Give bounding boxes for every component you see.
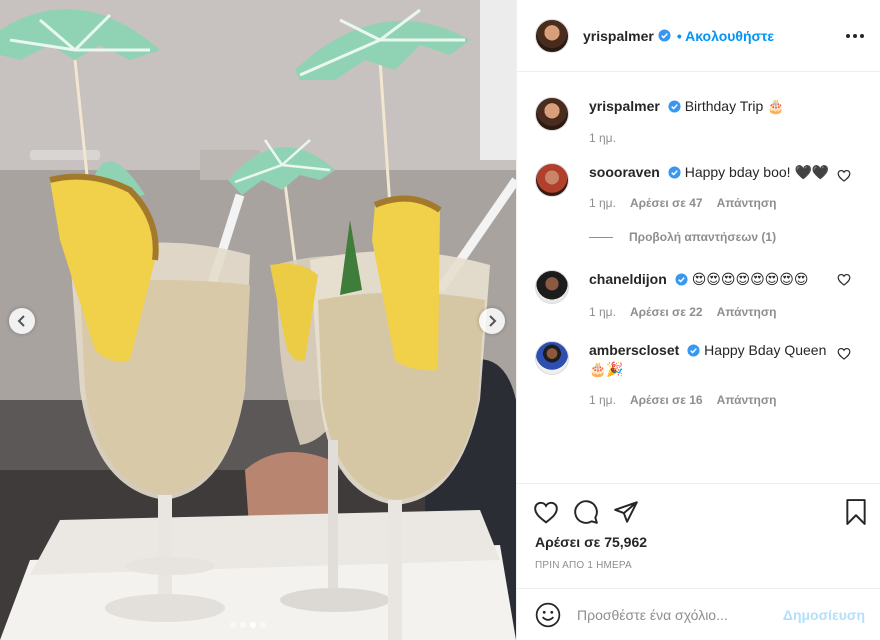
post-timestamp[interactable]: ΠΡΙΝ ΑΠΟ 1 ΗΜΕΡΑ xyxy=(517,560,880,571)
caption-time[interactable]: 1 ημ. xyxy=(589,131,616,145)
commenter-avatar[interactable] xyxy=(535,270,569,304)
list-item: amberscloset Happy Bday Queen🎂🎉 1 ημ. Αρ… xyxy=(535,341,865,407)
post-header: yrispalmer • Ακολουθήστε xyxy=(517,0,880,72)
share-icon xyxy=(614,501,638,523)
comment-button[interactable] xyxy=(573,499,599,525)
author-username[interactable]: yrispalmer xyxy=(583,28,654,44)
reply-button[interactable]: Απάντηση xyxy=(717,196,777,210)
caption-avatar[interactable] xyxy=(535,97,569,131)
bookmark-icon xyxy=(846,499,866,525)
post-sidebar: yrispalmer • Ακολουθήστε yrispalmer Birt… xyxy=(516,0,880,640)
more-options-icon[interactable] xyxy=(846,33,864,38)
action-bar xyxy=(517,484,880,532)
caption-text: Birthday Trip 🎂 xyxy=(684,98,785,114)
chevron-right-icon xyxy=(489,315,497,327)
verified-badge-icon xyxy=(668,166,681,179)
comments-list[interactable]: yrispalmer Birthday Trip 🎂 1 ημ. sooorav… xyxy=(517,73,880,483)
caption-username[interactable]: yrispalmer xyxy=(589,98,660,114)
list-item: chaneldijon 😍😍😍😍😍😍😍😍 1 ημ. Αρέσει σε 22 … xyxy=(535,270,865,319)
carousel-dot xyxy=(250,622,256,628)
likes-count[interactable]: Αρέσει σε 75,962 xyxy=(517,534,880,550)
verified-badge-icon xyxy=(675,273,688,286)
commenter-avatar[interactable] xyxy=(535,341,569,375)
carousel-dot xyxy=(260,622,266,628)
comment-icon xyxy=(574,500,598,524)
comment-likes[interactable]: Αρέσει σε 16 xyxy=(630,393,703,407)
commenter-username[interactable]: amberscloset xyxy=(589,342,679,358)
reply-button[interactable]: Απάντηση xyxy=(717,305,777,319)
like-button[interactable] xyxy=(533,500,559,524)
follow-button[interactable]: • Ακολουθήστε xyxy=(677,28,774,44)
carousel-prev-button[interactable] xyxy=(9,308,35,334)
comment-input[interactable] xyxy=(577,606,767,623)
view-replies-label: Προβολή απαντήσεων (1) xyxy=(629,230,777,244)
comment-text: Happy bday boo! 🖤🖤 xyxy=(684,164,830,180)
comment-text: 😍😍😍😍😍😍😍😍 xyxy=(691,271,809,287)
commenter-username[interactable]: soooraven xyxy=(589,164,660,180)
carousel-dot xyxy=(240,622,246,628)
reply-button[interactable]: Απάντηση xyxy=(717,393,777,407)
post-actions-section: Αρέσει σε 75,962 ΠΡΙΝ ΑΠΟ 1 ΗΜΕΡΑ xyxy=(517,483,880,571)
carousel-next-button[interactable] xyxy=(479,308,505,334)
carousel-dots xyxy=(230,622,266,628)
commenter-avatar[interactable] xyxy=(535,163,569,197)
verified-badge-icon xyxy=(687,344,700,357)
comment-likes[interactable]: Αρέσει σε 47 xyxy=(630,196,703,210)
post-comment-button[interactable]: Δημοσίευση xyxy=(783,607,865,623)
view-replies-button[interactable]: Προβολή απαντήσεων (1) xyxy=(589,230,865,244)
verified-badge-icon xyxy=(658,29,671,42)
comment-like-heart-icon[interactable] xyxy=(837,347,851,360)
comment-like-heart-icon[interactable] xyxy=(837,169,851,182)
heart-icon xyxy=(534,501,558,524)
cocktails-image xyxy=(0,0,516,640)
post-photo[interactable] xyxy=(0,0,516,640)
author-avatar[interactable] xyxy=(535,18,569,53)
comment-time[interactable]: 1 ημ. xyxy=(589,196,616,210)
smiley-icon[interactable] xyxy=(535,602,561,628)
comment-likes[interactable]: Αρέσει σε 22 xyxy=(630,305,703,319)
carousel-dot xyxy=(230,622,236,628)
comment-time[interactable]: 1 ημ. xyxy=(589,305,616,319)
follow-label: Ακολουθήστε xyxy=(685,27,775,44)
chevron-left-icon xyxy=(17,315,25,327)
commenter-username[interactable]: chaneldijon xyxy=(589,271,667,287)
add-comment-bar: Δημοσίευση xyxy=(517,588,880,640)
share-button[interactable] xyxy=(613,500,639,524)
list-item: soooraven Happy bday boo! 🖤🖤 1 ημ. Αρέσε… xyxy=(535,163,865,210)
comment-time[interactable]: 1 ημ. xyxy=(589,393,616,407)
comment-like-heart-icon[interactable] xyxy=(837,273,851,286)
save-button[interactable] xyxy=(845,499,867,525)
caption: yrispalmer Birthday Trip 🎂 1 ημ. xyxy=(535,97,865,145)
verified-badge-icon xyxy=(668,100,681,113)
